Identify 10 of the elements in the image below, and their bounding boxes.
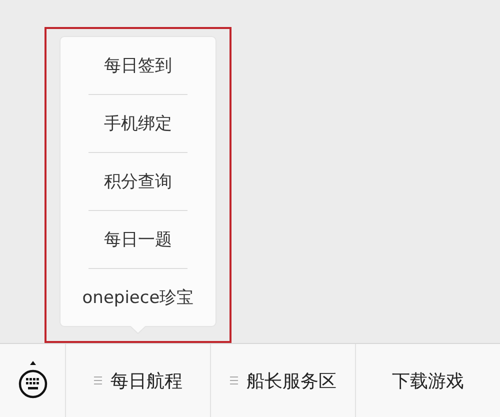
menu-item[interactable]: 积分查询	[60, 153, 216, 210]
menu-icon	[230, 376, 238, 385]
menu-tab[interactable]: 船长服务区	[211, 344, 355, 417]
menu-tab[interactable]: 每日航程	[66, 344, 210, 417]
menu-tab[interactable]: 下载游戏	[356, 344, 500, 417]
menu-item[interactable]: 手机绑定	[60, 95, 216, 152]
menu-item[interactable]: 每日签到	[60, 37, 216, 94]
menu-item[interactable]: 每日一题	[60, 211, 216, 268]
menu-icon	[94, 376, 102, 385]
menu-item[interactable]: onepiece珍宝	[60, 269, 216, 326]
